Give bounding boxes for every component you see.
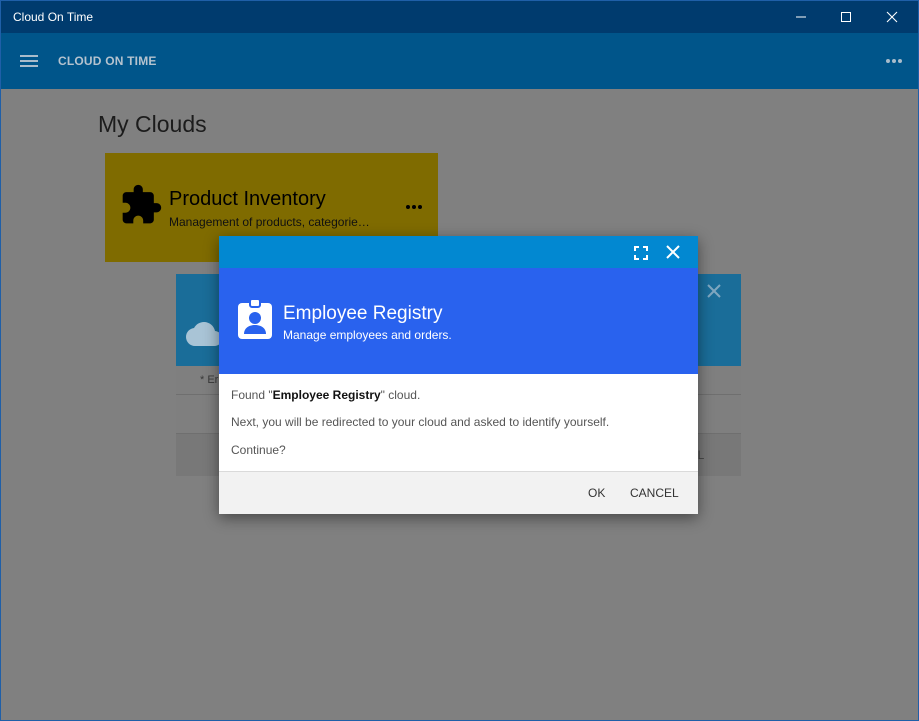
close-icon: [886, 11, 898, 23]
close-icon[interactable]: [706, 283, 722, 299]
window-close-button[interactable]: [869, 1, 915, 33]
cancel-button[interactable]: CANCEL: [630, 486, 679, 500]
close-icon: [666, 245, 680, 259]
dialog-header: Employee Registry Manage employees and o…: [219, 268, 698, 374]
dialog-close-button[interactable]: [664, 243, 682, 261]
maximize-icon: [841, 12, 851, 22]
ok-button[interactable]: OK: [588, 486, 605, 500]
tile-description: Management of products, categorie…: [169, 215, 370, 229]
hamburger-icon: [20, 55, 38, 67]
app-window: Cloud On Time CLOUD ON TIME My Clouds Pr…: [0, 0, 919, 721]
fullscreen-icon: [634, 246, 648, 260]
confirm-dialog: Employee Registry Manage employees and o…: [219, 236, 698, 514]
cloud-name: Employee Registry: [272, 388, 381, 402]
cloud-icon: [186, 322, 222, 346]
minimize-icon: [796, 16, 806, 18]
app-bar: CLOUD ON TIME: [1, 33, 918, 89]
continue-question: Continue?: [231, 443, 286, 457]
id-badge-icon: [238, 298, 272, 339]
tile-title: Product Inventory: [169, 188, 326, 210]
redirect-message: Next, you will be redirected to your clo…: [231, 415, 610, 429]
tile-more-button[interactable]: [402, 199, 426, 215]
menu-button[interactable]: [15, 49, 43, 73]
more-icon: [406, 205, 422, 209]
puzzle-icon: [122, 184, 162, 224]
page-title: My Clouds: [98, 111, 207, 137]
app-more-button[interactable]: [882, 51, 906, 71]
minimize-button[interactable]: [778, 1, 824, 33]
dialog-footer: [219, 471, 698, 514]
fullscreen-button[interactable]: [632, 244, 650, 262]
dialog-toolbar: [219, 236, 698, 268]
dialog-subtitle: Manage employees and orders.: [283, 328, 452, 342]
title-bar: Cloud On Time: [1, 1, 918, 33]
background-dialog-note: * Er: [200, 374, 219, 386]
app-name: CLOUD ON TIME: [58, 54, 157, 68]
window-title: Cloud On Time: [13, 10, 94, 24]
dialog-title: Employee Registry: [283, 303, 443, 324]
more-icon: [886, 59, 902, 63]
found-message: Found "Employee Registry" cloud.: [231, 388, 421, 402]
maximize-button[interactable]: [823, 1, 869, 33]
